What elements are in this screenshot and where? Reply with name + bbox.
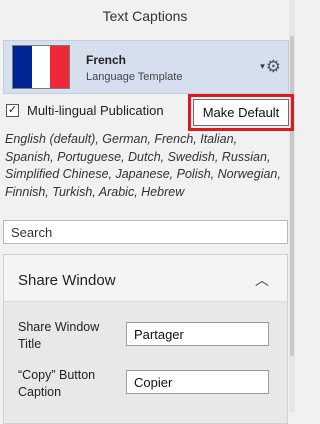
flag-stripe-white bbox=[31, 46, 51, 88]
gear-icon[interactable]: ⚙ bbox=[266, 58, 281, 75]
copy-button-caption-label: “Copy” Button Caption bbox=[18, 367, 95, 401]
share-window-title-field[interactable]: Partager bbox=[126, 322, 269, 346]
copy-button-caption-field[interactable]: Copier bbox=[126, 370, 269, 394]
vertical-scrollbar[interactable] bbox=[289, 0, 295, 412]
multilingual-checkbox[interactable]: ✓ bbox=[6, 104, 19, 117]
scrollbar-thumb[interactable] bbox=[290, 36, 294, 356]
search-label: Search bbox=[11, 224, 53, 240]
label-line: Caption bbox=[18, 385, 62, 399]
label-line: Share Window bbox=[18, 320, 100, 334]
panel-title: Text Captions bbox=[0, 0, 290, 32]
french-flag-icon bbox=[12, 45, 70, 89]
template-name: French bbox=[86, 53, 127, 67]
checkmark-icon: ✓ bbox=[7, 104, 18, 116]
share-window-header[interactable]: Share Window ︿ bbox=[4, 255, 287, 302]
template-settings-menu[interactable]: ▾ ⚙ bbox=[260, 58, 281, 75]
flag-stripe-red bbox=[50, 46, 69, 88]
share-window-title-label: Share Window Title bbox=[18, 319, 99, 353]
multilingual-label[interactable]: Multi-lingual Publication bbox=[27, 103, 164, 118]
label-line: Title bbox=[18, 337, 42, 351]
search-input[interactable]: Search bbox=[3, 220, 288, 244]
multilingual-row: ✓ Multi-lingual Publication bbox=[6, 103, 164, 118]
language-template-card[interactable]: French Language Template ▾ ⚙ bbox=[3, 40, 289, 94]
flag-stripe-blue bbox=[13, 46, 32, 88]
panel-title-text: Text Captions bbox=[102, 8, 188, 24]
template-subtitle: Language Template bbox=[86, 71, 183, 83]
share-window-section: Share Window ︿ Share Window Title Partag… bbox=[3, 254, 288, 424]
chevron-down-icon[interactable]: ▾ bbox=[260, 61, 265, 72]
label-line: “Copy” Button bbox=[18, 368, 96, 382]
section-title: Share Window bbox=[18, 272, 116, 289]
language-list-text: English (default), German, French, Itali… bbox=[5, 132, 281, 199]
make-default-button[interactable]: Make Default bbox=[193, 99, 289, 126]
chevron-up-icon[interactable]: ︿ bbox=[255, 270, 269, 290]
